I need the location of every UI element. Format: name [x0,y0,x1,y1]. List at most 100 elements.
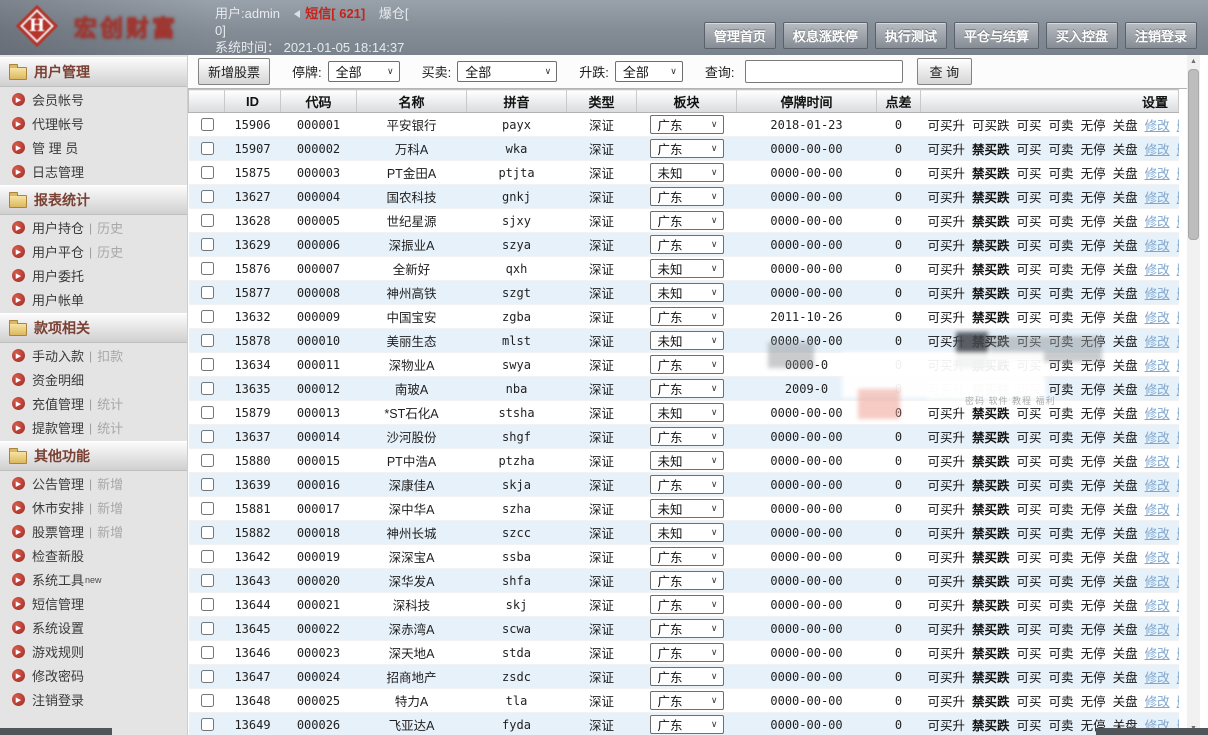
edit-link[interactable]: 修改 [1145,695,1170,709]
delete-link[interactable]: 删除 [1177,671,1179,685]
action-no-stop[interactable]: 无停 [1081,119,1106,133]
row-checkbox[interactable] [201,238,214,251]
action-fall-toggle[interactable]: 禁买跌 [972,215,1010,229]
action-allow-sell[interactable]: 可卖 [1049,407,1074,421]
sidebar-item-extra-link[interactable]: 新增 [97,474,123,493]
delete-link[interactable]: 删除 [1177,455,1179,469]
sector-select[interactable]: 广东∨ [650,235,724,254]
action-allow-rise[interactable]: 可买升 [928,191,966,205]
action-no-stop[interactable]: 无停 [1081,479,1106,493]
action-fall-toggle[interactable]: 禁买跌 [972,431,1010,445]
action-no-stop[interactable]: 无停 [1081,335,1106,349]
scroll-up-icon[interactable]: ▲ [1187,55,1200,68]
row-checkbox[interactable] [201,526,214,539]
action-allow-buy[interactable]: 可买 [1017,311,1042,325]
action-allow-buy[interactable]: 可买 [1017,503,1042,517]
action-fall-toggle[interactable]: 禁买跌 [972,239,1010,253]
action-allow-sell[interactable]: 可卖 [1049,599,1074,613]
delete-link[interactable]: 删除 [1177,575,1179,589]
row-checkbox[interactable] [201,214,214,227]
action-close-market[interactable]: 关盘 [1113,191,1138,205]
action-close-market[interactable]: 关盘 [1113,479,1138,493]
delete-link[interactable]: 删除 [1177,143,1179,157]
action-close-market[interactable]: 关盘 [1113,287,1138,301]
action-no-stop[interactable]: 无停 [1081,575,1106,589]
action-close-market[interactable]: 关盘 [1113,143,1138,157]
action-fall-toggle[interactable]: 禁买跌 [972,167,1010,181]
edit-link[interactable]: 修改 [1145,335,1170,349]
action-allow-buy[interactable]: 可买 [1017,383,1042,397]
action-close-market[interactable]: 关盘 [1113,383,1138,397]
sidebar-item[interactable]: ▶注销登录 [0,687,187,711]
sector-select[interactable]: 未知∨ [650,331,724,350]
action-close-market[interactable]: 关盘 [1113,671,1138,685]
sidebar-item-extra-link[interactable]: 统计 [97,394,123,413]
action-allow-rise[interactable]: 可买升 [928,623,966,637]
sidebar-item-extra-link[interactable]: 历史 [97,218,123,237]
sidebar-item[interactable]: ▶系统设置 [0,615,187,639]
edit-link[interactable]: 修改 [1145,311,1170,325]
action-no-stop[interactable]: 无停 [1081,311,1106,325]
action-allow-buy[interactable]: 可买 [1017,527,1042,541]
row-checkbox[interactable] [201,286,214,299]
action-close-market[interactable]: 关盘 [1113,311,1138,325]
action-no-stop[interactable]: 无停 [1081,671,1106,685]
action-allow-rise[interactable]: 可买升 [928,119,966,133]
action-fall-toggle[interactable]: 禁买跌 [972,335,1010,349]
action-allow-rise[interactable]: 可买升 [928,671,966,685]
action-fall-toggle[interactable]: 禁买跌 [972,599,1010,613]
row-checkbox[interactable] [201,478,214,491]
sector-select[interactable]: 广东∨ [650,571,724,590]
delete-link[interactable]: 删除 [1177,503,1179,517]
sidebar-item[interactable]: ▶会员帐号 [0,87,187,111]
action-allow-sell[interactable]: 可卖 [1049,167,1074,181]
action-no-stop[interactable]: 无停 [1081,551,1106,565]
edit-link[interactable]: 修改 [1145,479,1170,493]
sidebar-item[interactable]: ▶用户持仓|历史 [0,215,187,239]
action-allow-sell[interactable]: 可卖 [1049,215,1074,229]
row-checkbox[interactable] [201,142,214,155]
add-stock-button[interactable]: 新增股票 [198,58,270,85]
action-allow-buy[interactable]: 可买 [1017,671,1042,685]
action-close-market[interactable]: 关盘 [1113,623,1138,637]
edit-link[interactable]: 修改 [1145,431,1170,445]
nav-button[interactable]: 平仓与结算 [954,22,1039,49]
action-allow-buy[interactable]: 可买 [1017,647,1042,661]
edit-link[interactable]: 修改 [1145,383,1170,397]
action-fall-toggle[interactable]: 禁买跌 [972,695,1010,709]
sidebar-section-header[interactable]: 报表统计 [0,185,187,215]
action-allow-buy[interactable]: 可买 [1017,191,1042,205]
row-checkbox[interactable] [201,262,214,275]
action-allow-buy[interactable]: 可买 [1017,695,1042,709]
sector-select[interactable]: 广东∨ [650,619,724,638]
row-checkbox[interactable] [201,622,214,635]
scrollbar-thumb[interactable] [1188,69,1199,240]
delete-link[interactable]: 删除 [1177,239,1179,253]
sms-counter[interactable]: 短信[ 621] [305,6,365,21]
action-allow-sell[interactable]: 可卖 [1049,503,1074,517]
sidebar-item-extra-link[interactable]: 历史 [97,242,123,261]
action-allow-buy[interactable]: 可买 [1017,623,1042,637]
nav-button[interactable]: 注销登录 [1125,22,1197,49]
delete-link[interactable]: 删除 [1177,215,1179,229]
row-checkbox[interactable] [201,358,214,371]
action-fall-toggle[interactable]: 禁买跌 [972,455,1010,469]
action-close-market[interactable]: 关盘 [1113,599,1138,613]
sector-select[interactable]: 广东∨ [650,115,724,134]
edit-link[interactable]: 修改 [1145,359,1170,373]
action-allow-sell[interactable]: 可卖 [1049,239,1074,253]
action-allow-buy[interactable]: 可买 [1017,287,1042,301]
edit-link[interactable]: 修改 [1145,527,1170,541]
action-allow-rise[interactable]: 可买升 [928,335,966,349]
sidebar-item[interactable]: ▶用户平仓|历史 [0,239,187,263]
search-button[interactable]: 查 询 [917,58,973,85]
sidebar-item[interactable]: ▶用户帐单 [0,287,187,311]
action-no-stop[interactable]: 无停 [1081,623,1106,637]
sidebar-item[interactable]: ▶代理帐号 [0,111,187,135]
delete-link[interactable]: 删除 [1177,191,1179,205]
action-allow-rise[interactable]: 可买升 [928,383,966,397]
sidebar-item[interactable]: ▶修改密码 [0,663,187,687]
action-allow-rise[interactable]: 可买升 [928,311,966,325]
edit-link[interactable]: 修改 [1145,599,1170,613]
row-checkbox[interactable] [201,598,214,611]
